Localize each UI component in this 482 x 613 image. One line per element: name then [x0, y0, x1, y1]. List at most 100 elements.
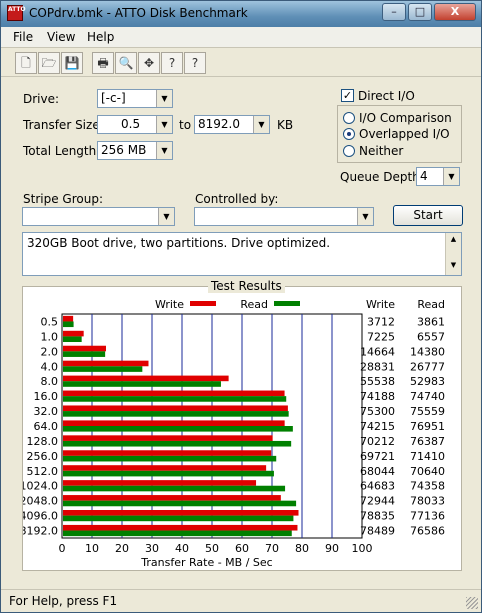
description-scrollbar[interactable]: ▲ ▼: [445, 233, 461, 275]
write-value-label: 74188: [360, 390, 395, 403]
chevron-down-icon[interactable]: ▼: [158, 208, 174, 225]
y-category-label: 1.0: [41, 330, 59, 343]
read-value-label: 52983: [410, 375, 445, 388]
overlapped-io-label[interactable]: Overlapped I/O: [359, 127, 450, 141]
start-button[interactable]: Start: [393, 205, 463, 226]
read-bar: [63, 381, 221, 387]
read-bar: [63, 396, 287, 402]
app-window: ATTO COPdrv.bmk - ATTO Disk Benchmark – …: [0, 0, 482, 613]
io-mode-group: I/O Comparison Overlapped I/O Neither: [337, 105, 462, 163]
kb-label: KB: [277, 118, 294, 132]
y-category-label: 128.0: [27, 435, 59, 448]
y-category-label: 8.0: [41, 375, 59, 388]
chevron-down-icon[interactable]: ▼: [156, 90, 172, 107]
status-text: For Help, press F1: [9, 594, 118, 608]
menu-help[interactable]: Help: [87, 30, 114, 44]
maximize-button[interactable]: □: [408, 3, 432, 21]
overlapped-io-radio[interactable]: [343, 128, 355, 140]
save-icon[interactable]: 💾: [61, 52, 83, 74]
read-value-label: 14380: [410, 345, 445, 358]
read-value-label: 71410: [410, 450, 445, 463]
queue-depth-label: Queue Depth:: [340, 170, 424, 184]
chevron-down-icon[interactable]: ▼: [357, 208, 373, 225]
controlled-by-select[interactable]: ▼: [194, 207, 374, 226]
write-bar: [63, 420, 285, 426]
io-comparison-radio[interactable]: [343, 112, 355, 124]
queue-depth-select[interactable]: 4 ▼: [416, 167, 460, 186]
y-category-label: 4.0: [41, 360, 59, 373]
transfer-size-to-select[interactable]: 8192.0 ▼: [194, 115, 270, 134]
legend-read-label: Read: [240, 298, 268, 311]
scroll-up-icon[interactable]: ▲: [446, 235, 461, 243]
stripe-group-label: Stripe Group:: [23, 192, 103, 206]
write-value-label: 69721: [360, 450, 395, 463]
stripe-group-select[interactable]: ▼: [22, 207, 175, 226]
minimize-button[interactable]: –: [382, 3, 406, 21]
description-textarea[interactable]: 320GB Boot drive, two partitions. Drive …: [22, 232, 462, 276]
write-value-label: 72944: [360, 495, 395, 508]
direct-io-label[interactable]: Direct I/O: [358, 89, 415, 103]
legend-read-swatch: [274, 301, 300, 306]
read-value-label: 6557: [417, 330, 445, 343]
read-value-label: 74358: [410, 480, 445, 493]
read-bar: [63, 515, 294, 522]
y-category-label: 64.0: [34, 420, 59, 433]
y-category-label: 0.5: [41, 315, 59, 328]
print-icon[interactable]: 🖶: [92, 52, 114, 74]
move-icon[interactable]: ✥: [138, 52, 160, 74]
x-tick-label: 100: [352, 542, 373, 555]
write-value-label: 14664: [360, 345, 395, 358]
read-value-label: 76586: [410, 525, 445, 538]
context-help-icon[interactable]: ?: [184, 52, 206, 74]
read-bar: [63, 500, 297, 507]
close-button[interactable]: X: [434, 3, 476, 21]
read-value-label: 78033: [410, 495, 445, 508]
title-bar[interactable]: ATTO COPdrv.bmk - ATTO Disk Benchmark – …: [1, 1, 481, 27]
transfer-from-value: 0.5: [121, 117, 141, 131]
transfer-size-label: Transfer Size:: [23, 118, 104, 132]
x-tick-label: 60: [235, 542, 249, 555]
read-bar: [63, 366, 143, 372]
write-bar: [63, 435, 273, 441]
atto-app-icon[interactable]: ATTO: [7, 5, 26, 21]
new-file-icon[interactable]: 🗋: [15, 52, 37, 74]
read-bar: [63, 426, 293, 432]
chevron-down-icon[interactable]: ▼: [443, 168, 459, 185]
x-tick-label: 50: [205, 542, 219, 555]
write-value-label: 74215: [360, 420, 395, 433]
scroll-down-icon[interactable]: ▼: [446, 261, 461, 269]
drive-select[interactable]: [-c-] ▼: [97, 89, 173, 108]
chevron-down-icon[interactable]: ▼: [156, 142, 172, 159]
x-tick-label: 30: [145, 542, 159, 555]
neither-label[interactable]: Neither: [359, 144, 403, 158]
resize-grip-icon[interactable]: [466, 597, 478, 609]
total-length-select[interactable]: 256 MB ▼: [97, 141, 173, 160]
legend-write-label: Write: [155, 298, 184, 311]
column-header-read: Read: [417, 298, 445, 311]
transfer-rate-chart: Write Read Write Read 0 10 20 30 40 50 60 70 80 90 100…: [23, 298, 445, 569]
write-bar: [63, 405, 288, 412]
open-folder-icon[interactable]: 🗁: [38, 52, 60, 74]
help-icon[interactable]: ?: [161, 52, 183, 74]
print-preview-icon[interactable]: 🔍: [115, 52, 137, 74]
menu-view[interactable]: View: [47, 30, 75, 44]
write-bar: [63, 465, 267, 471]
io-comparison-label[interactable]: I/O Comparison: [359, 111, 452, 125]
y-category-label: 256.0: [27, 450, 59, 463]
read-bar: [63, 321, 74, 328]
x-tick-label: 40: [175, 542, 189, 555]
window-title: COPdrv.bmk - ATTO Disk Benchmark: [29, 6, 248, 20]
read-bar: [63, 411, 289, 417]
neither-radio[interactable]: [343, 145, 355, 157]
chevron-down-icon[interactable]: ▼: [253, 116, 269, 133]
chevron-down-icon[interactable]: ▼: [156, 116, 172, 133]
y-category-label: 8192.0: [23, 525, 58, 538]
total-length-value: 256 MB: [101, 143, 147, 157]
write-value-label: 55538: [360, 375, 395, 388]
read-value-label: 77136: [410, 510, 445, 523]
y-category-label: 512.0: [27, 465, 59, 478]
menu-file[interactable]: File: [13, 30, 33, 44]
toolbar: 🗋 🗁 💾 🖶 🔍 ✥ ? ?: [1, 49, 481, 77]
direct-io-checkbox[interactable]: ✓: [341, 89, 354, 102]
transfer-size-from-select[interactable]: 0.5 ▼: [97, 115, 173, 134]
